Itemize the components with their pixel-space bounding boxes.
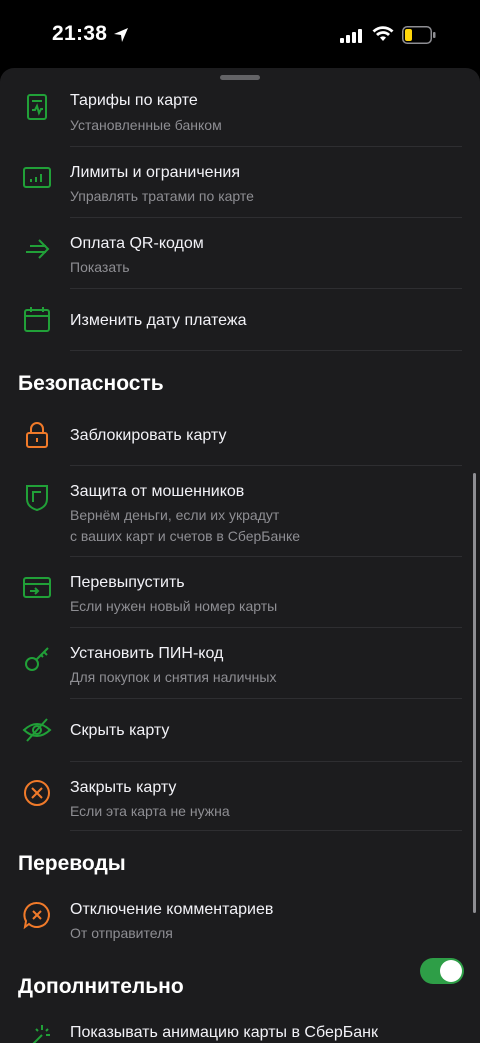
- menu-item-disable-comments[interactable]: Отключение комментариев От отправителя: [0, 890, 480, 960]
- shield-icon: [26, 485, 48, 512]
- menu-item-title: Лимиты и ограничения: [70, 164, 241, 181]
- location-arrow-icon: [114, 28, 128, 42]
- menu-item-title: Показывать анимацию карты в СберБанк: [70, 1024, 378, 1041]
- menu-item-hide-card[interactable]: Скрыть карту: [0, 699, 480, 761]
- menu-item-subtitle: Если нужен новый номер карты: [70, 598, 278, 614]
- card-settings-sheet[interactable]: Тарифы по карте Установленные банком Лим…: [0, 68, 480, 1043]
- menu-item-tariffs[interactable]: Тарифы по карте Установленные банком: [0, 68, 480, 146]
- menu-item-fraud-protection[interactable]: Защита от мошенников Вернём деньги, если…: [0, 466, 480, 556]
- menu-item-title: Перевыпустить: [70, 574, 185, 591]
- limits-chart-icon: [23, 167, 51, 188]
- menu-item-qr-pay[interactable]: Оплата QR-кодом Показать: [0, 218, 480, 288]
- menu-item-title: Заблокировать карту: [70, 427, 227, 444]
- menu-item-subtitle: Для покупок и снятия наличных: [70, 669, 277, 685]
- menu-item-title: Отключение комментариев: [70, 901, 274, 918]
- reissue-card-icon: [23, 577, 51, 598]
- section-heading-security: Безопасность: [18, 372, 164, 395]
- menu-item-title: Тарифы по карте: [70, 92, 198, 109]
- menu-item-title: Закрыть карту: [70, 779, 177, 796]
- divider: [70, 350, 462, 351]
- menu-item-subtitle: с ваших карт и счетов в СберБанке: [70, 528, 301, 544]
- tariff-doc-icon: [27, 94, 47, 120]
- key-icon: [25, 647, 49, 671]
- wifi-icon: [372, 26, 394, 41]
- comment-off-icon: [23, 901, 50, 930]
- qr-pay-arrow-icon: [26, 239, 50, 259]
- menu-item-title: Защита от мошенников: [70, 483, 245, 500]
- menu-item-title: Изменить дату платежа: [70, 312, 247, 329]
- menu-item-block-card[interactable]: Заблокировать карту: [0, 408, 480, 465]
- menu-item-close-card[interactable]: Закрыть карту Если эта карта не нужна: [0, 762, 480, 832]
- menu-item-reissue[interactable]: Перевыпустить Если нужен новый номер кар…: [0, 557, 480, 627]
- menu-item-subtitle: Если эта карта не нужна: [70, 803, 230, 819]
- menu-item-limits[interactable]: Лимиты и ограничения Управлять тратами п…: [0, 147, 480, 217]
- lock-icon: [26, 422, 48, 448]
- cellular-signal-icon: [340, 29, 362, 43]
- close-circle-icon: [24, 780, 50, 806]
- divider: [70, 830, 462, 831]
- menu-item-title: Скрыть карту: [70, 722, 170, 739]
- status-bar: 21:38: [0, 0, 480, 70]
- sparkle-wand-icon: [32, 1025, 50, 1043]
- menu-item-subtitle: Показать: [70, 259, 130, 275]
- menu-item-subtitle: Установленные банком: [70, 117, 222, 133]
- menu-item-subtitle: Управлять тратами по карте: [70, 188, 254, 204]
- menu-item-set-pin[interactable]: Установить ПИН-код Для покупок и снятия …: [0, 628, 480, 698]
- status-time: 21:38: [52, 22, 108, 45]
- calendar-icon: [24, 307, 50, 332]
- menu-item-title: Установить ПИН-код: [70, 645, 224, 662]
- menu-item-payment-date[interactable]: Изменить дату платежа: [0, 289, 480, 351]
- menu-item-subtitle: Вернём деньги, если их украдут: [70, 507, 280, 523]
- section-heading-transfers: Переводы: [18, 852, 126, 875]
- menu-item-subtitle: От отправителя: [70, 925, 173, 941]
- card-animation-toggle[interactable]: [420, 958, 464, 984]
- section-heading-additional: Дополнительно: [18, 975, 184, 998]
- eye-hidden-icon: [22, 718, 52, 742]
- menu-item-title: Оплата QR-кодом: [70, 235, 204, 252]
- menu-item-card-animation[interactable]: Показывать анимацию карты в СберБанк: [0, 1013, 480, 1043]
- toggle-knob: [440, 960, 462, 982]
- battery-low-icon: [402, 26, 436, 44]
